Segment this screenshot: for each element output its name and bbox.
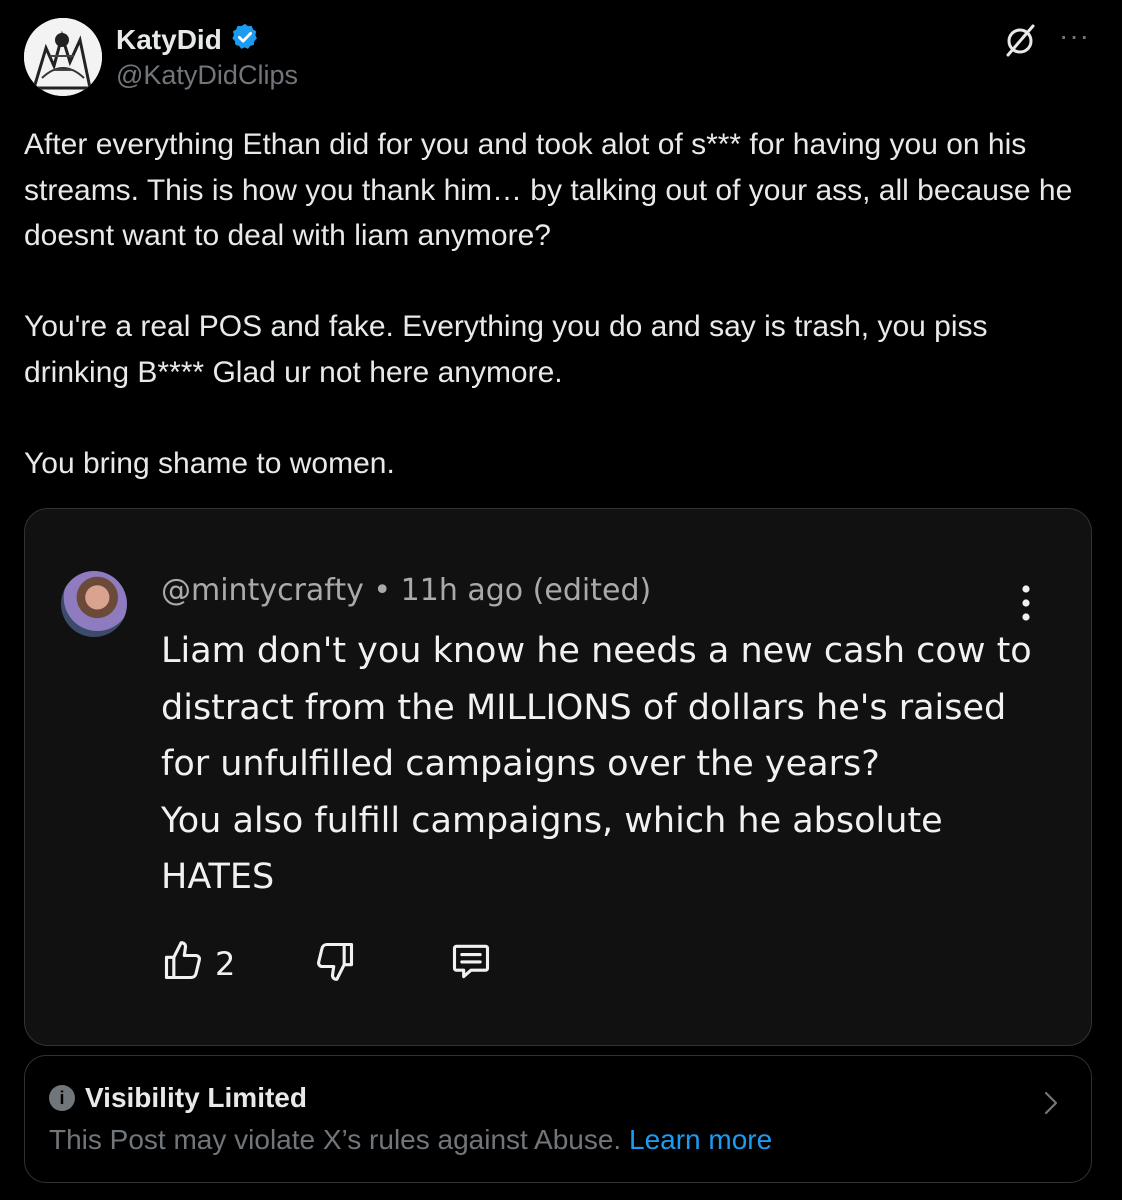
author-avatar[interactable] [24,18,102,96]
author-display-name[interactable]: KatyDid [116,24,222,56]
commenter-avatar [61,571,127,637]
reply-icon [357,939,493,988]
author-name-row: KatyDid [116,22,260,57]
comment-actions: 2 [161,939,493,988]
tweet-paragraph: After everything Ethan did for you and t… [24,128,1073,252]
comment-line: HATES [161,857,275,897]
verified-badge-icon [230,22,260,57]
comment-time: 11h ago (edited) [400,573,652,608]
notice-text: This Post may violate X’s rules against … [49,1124,772,1156]
comment-body: Liam don't you know he needs a new cash … [161,623,1041,906]
comment-line: distract from the MILLIONS of dollars he… [161,687,1007,728]
notice-title: Visibility Limited [85,1082,307,1113]
commenter-username: @mintycrafty [161,573,364,608]
info-icon: i [49,1085,75,1111]
more-options-icon[interactable]: ··· [1059,22,1090,50]
comment-line: for unfulfilled campaigns over the years… [161,744,880,784]
notice-description: This Post may violate X’s rules against … [49,1124,629,1155]
tweet-text: After everything Ethan did for you and t… [24,122,1094,486]
notice-title-row: i Visibility Limited [49,1082,307,1114]
comment-meta: @mintycrafty • 11h ago (edited) [161,573,651,608]
author-handle[interactable]: @KatyDidClips [116,60,298,91]
tweet-header: KatyDid @KatyDidClips ··· [24,18,1098,102]
thumbs-down-icon [235,939,357,988]
chevron-right-icon[interactable] [1041,1088,1061,1118]
thumbs-up-icon [161,939,205,988]
tweet-paragraph: You're a real POS and fake. Everything y… [24,310,988,389]
embedded-comment-screenshot[interactable]: @mintycrafty • 11h ago (edited) Liam don… [24,508,1092,1046]
tweet-paragraph: You bring shame to women. [24,446,395,480]
learn-more-link[interactable]: Learn more [629,1124,772,1155]
grok-icon[interactable] [1002,22,1038,58]
comment-line: You also fulfill campaigns, which he abs… [161,800,943,841]
meta-separator: • [363,573,401,608]
like-count: 2 [215,944,236,983]
kebab-menu-icon [1019,583,1033,623]
comment-line: Liam don't you know he needs a new cash … [161,631,1032,671]
visibility-limited-notice[interactable]: i Visibility Limited This Post may viola… [24,1055,1092,1183]
